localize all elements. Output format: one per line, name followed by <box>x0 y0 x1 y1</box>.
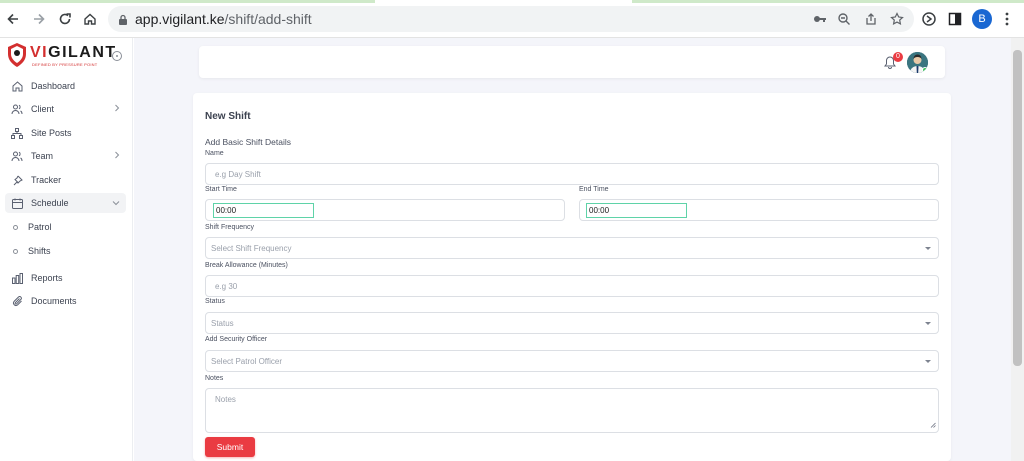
sidebar-item-label: Dashboard <box>31 81 76 91</box>
start-time-label: Start Time <box>205 186 237 193</box>
section-title: Add Basic Shift Details <box>205 137 291 147</box>
sidebar-item-label: Client <box>31 104 55 114</box>
sidebar-item-dashboard[interactable]: Dashboard <box>5 76 126 96</box>
sidebar-item-label: Reports <box>31 273 63 283</box>
sidebar-item-patrol[interactable]: Patrol <box>5 217 126 237</box>
calendar-icon <box>11 197 23 209</box>
resize-grip-icon[interactable] <box>930 421 936 430</box>
brand-tagline: DEFINED BY PRESSURE POINT <box>32 62 98 67</box>
browser-menu-icon[interactable] <box>998 10 1016 28</box>
brand-name: VIGILANT <box>30 44 117 61</box>
start-time-input[interactable]: 00:00 <box>213 203 314 218</box>
key-icon[interactable] <box>812 11 828 27</box>
end-time-label: End Time <box>579 186 609 193</box>
sidebar-item-client[interactable]: Client <box>5 99 126 119</box>
end-time-value: 00:00 <box>589 206 610 215</box>
chevron-right-icon <box>114 151 120 161</box>
start-time-value: 00:00 <box>216 206 237 215</box>
shift-name-input[interactable]: e.g Day Shift <box>205 163 939 185</box>
share-icon[interactable] <box>863 11 879 27</box>
sidebar-item-schedule[interactable]: Schedule <box>5 193 126 213</box>
users-icon <box>11 150 23 162</box>
sidebar-item-label: Documents <box>31 296 77 306</box>
sidebar-item-label: Site Posts <box>31 128 72 138</box>
security-officer-select[interactable]: Select Patrol Officer <box>205 350 939 372</box>
caret-down-icon <box>925 322 931 325</box>
placeholder-text: Notes <box>215 395 236 404</box>
notes-label: Notes <box>205 375 224 382</box>
sidebar-item-shifts[interactable]: Shifts <box>5 241 126 261</box>
sidebar-item-tracker[interactable]: Tracker <box>5 170 126 190</box>
chevron-down-icon <box>112 198 120 208</box>
sitemap-icon <box>11 127 23 139</box>
paperclip-icon <box>11 295 23 307</box>
home-icon <box>11 80 23 92</box>
submit-button[interactable]: Submit <box>205 437 255 457</box>
forward-icon[interactable] <box>30 10 48 28</box>
sidebar-item-label: Patrol <box>28 222 52 232</box>
profile-avatar[interactable]: B <box>972 9 992 29</box>
caret-down-icon <box>925 360 931 363</box>
page-title: New Shift <box>205 111 251 122</box>
online-status-dot <box>922 67 928 73</box>
address-bar[interactable]: app.vigilant.ke/shift/add-shift <box>108 6 914 32</box>
back-icon[interactable] <box>4 10 22 28</box>
placeholder-text: Select Shift Frequency <box>211 243 292 253</box>
users-icon <box>11 103 23 115</box>
sidebar-item-label: Shifts <box>28 246 51 256</box>
circle-icon <box>13 248 18 254</box>
sidebar-item-documents[interactable]: Documents <box>5 291 126 311</box>
reload-icon[interactable] <box>56 10 74 28</box>
lock-icon[interactable] <box>118 13 128 31</box>
zoom-icon[interactable] <box>836 11 852 27</box>
load-progress-left <box>0 0 375 3</box>
circle-icon <box>13 224 18 230</box>
browser-toolbar: app.vigilant.ke/shift/add-shift B <box>0 0 1024 38</box>
url-text: app.vigilant.ke/shift/add-shift <box>135 11 312 27</box>
notes-textarea[interactable]: Notes <box>205 388 939 433</box>
scrollbar-thumb[interactable] <box>1013 50 1022 366</box>
status-select[interactable]: Status <box>205 312 939 334</box>
sidebar-item-label: Team <box>31 151 54 161</box>
chevron-right-icon <box>114 104 120 114</box>
placeholder-text: e.g 30 <box>215 281 238 291</box>
caret-down-icon <box>925 247 931 250</box>
load-progress-right <box>632 0 1024 3</box>
security-officer-label: Add Security Officer <box>205 336 268 343</box>
bookmark-star-icon[interactable] <box>889 11 905 27</box>
shield-logo-icon <box>8 43 26 67</box>
user-avatar[interactable] <box>907 52 928 73</box>
sidebar-item-label: Tracker <box>31 175 62 185</box>
home-icon[interactable] <box>81 10 99 28</box>
break-allowance-label: Break Allowance (Minutes) <box>205 262 288 269</box>
sidebar: VIGILANT DEFINED BY PRESSURE POINT Dashb… <box>0 38 133 461</box>
placeholder-text: Select Patrol Officer <box>211 356 282 366</box>
sidebar-item-label: Schedule <box>31 198 69 208</box>
sidebar-item-reports[interactable]: Reports <box>5 268 126 288</box>
extension-icon[interactable] <box>920 10 938 28</box>
vigilant-logo[interactable]: VIGILANT DEFINED BY PRESSURE POINT <box>6 42 128 70</box>
shift-frequency-select[interactable]: Select Shift Frequency <box>205 237 939 259</box>
frequency-label: Shift Frequency <box>205 224 255 231</box>
placeholder-text: e.g Day Shift <box>215 169 261 179</box>
end-time-input[interactable]: 00:00 <box>586 203 687 218</box>
pin-icon <box>11 174 23 186</box>
app-topbar: 0 <box>199 46 945 78</box>
sidebar-item-team[interactable]: Team <box>5 146 126 166</box>
break-allowance-input[interactable]: e.g 30 <box>205 275 939 297</box>
sidepanel-icon[interactable] <box>946 10 964 28</box>
page-scrollbar[interactable] <box>1011 38 1024 461</box>
status-label: Status <box>205 298 225 305</box>
notification-badge: 0 <box>893 52 903 62</box>
sidebar-item-site-posts[interactable]: Site Posts <box>5 123 126 143</box>
name-label: Name <box>205 150 224 157</box>
placeholder-text: Status <box>211 318 234 328</box>
sidebar-collapse-icon[interactable] <box>112 51 122 61</box>
chart-icon <box>11 272 23 284</box>
new-shift-card: New Shift Add Basic Shift Details Name e… <box>193 93 951 461</box>
